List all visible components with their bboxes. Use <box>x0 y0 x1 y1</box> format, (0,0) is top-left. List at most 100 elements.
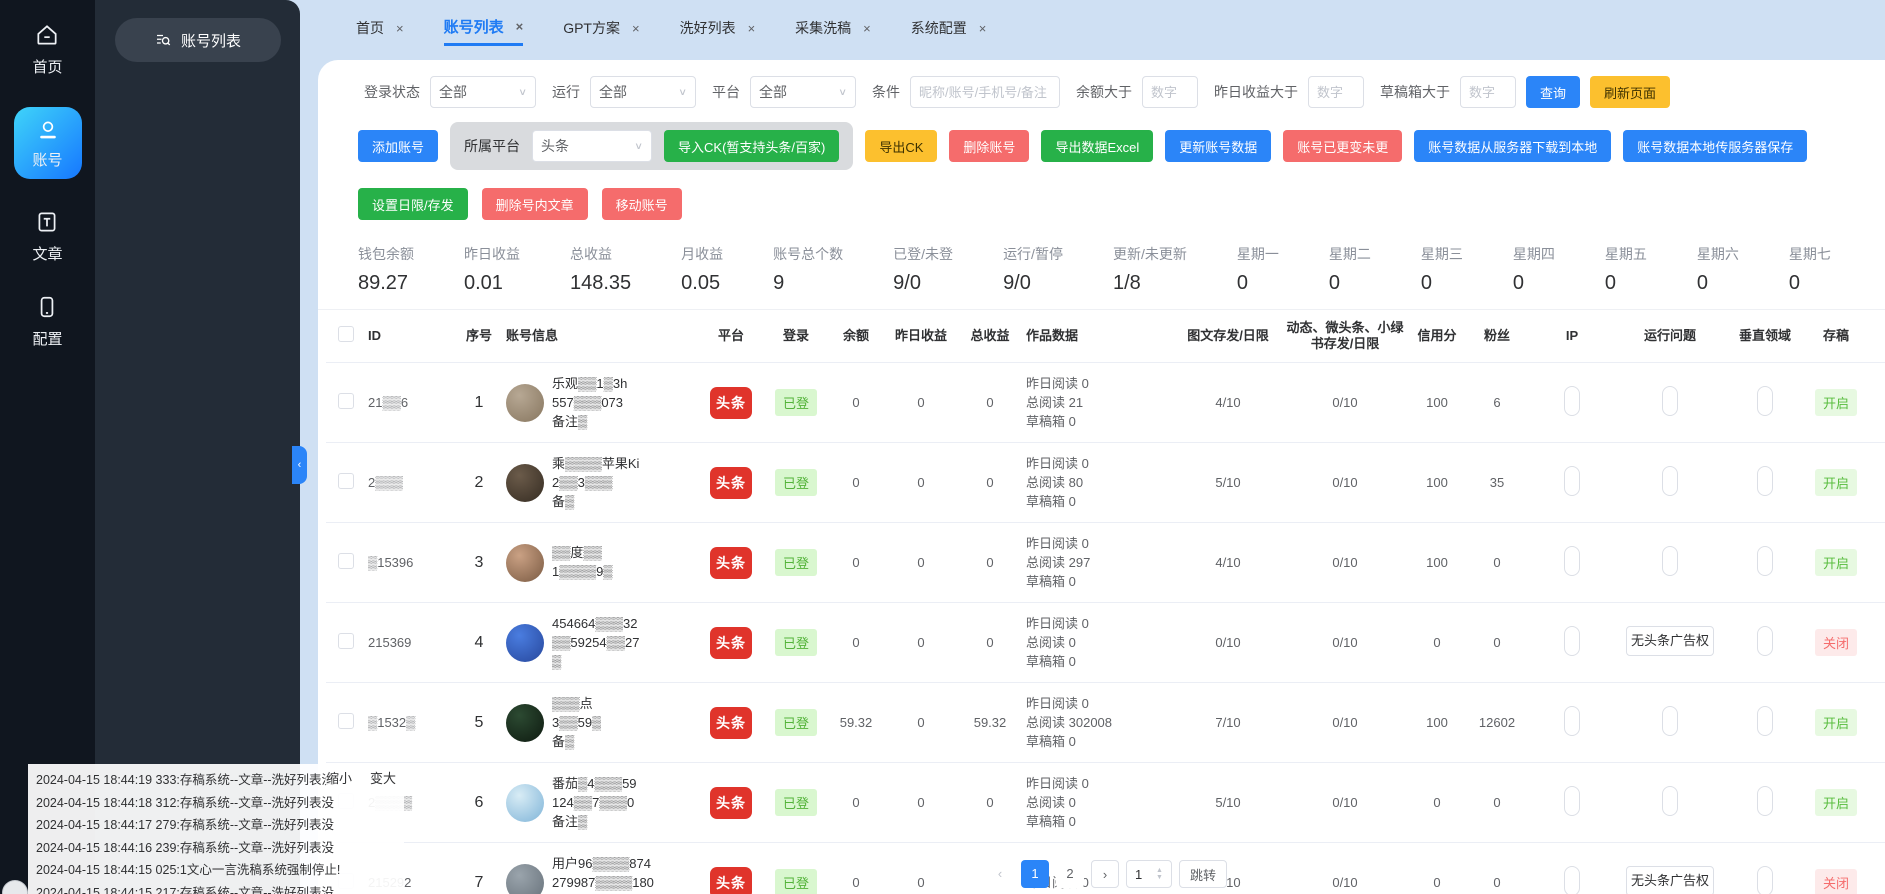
step-up-icon[interactable]: ▲ <box>1156 867 1163 874</box>
domain-box[interactable] <box>1757 386 1773 416</box>
stat-item: 昨日收益 0.01 <box>464 244 520 295</box>
sidebar-item-article[interactable]: 文章 <box>32 209 62 264</box>
refresh-page-button[interactable]: 刷新页面 <box>1590 76 1670 108</box>
row-checkbox[interactable] <box>338 633 354 649</box>
jump-page-input[interactable] <box>1127 867 1155 882</box>
run-issue-box[interactable] <box>1662 706 1678 736</box>
export-excel-button[interactable]: 导出数据Excel <box>1041 130 1153 162</box>
credit-cell: 0 <box>1406 763 1468 843</box>
tab[interactable]: 洗好列表 × <box>680 12 756 44</box>
jump-button[interactable]: 跳转 <box>1179 860 1227 888</box>
login-status-select[interactable]: 全部 ∨ <box>430 76 536 108</box>
ip-box[interactable] <box>1564 546 1580 576</box>
download-to-local-button[interactable]: 账号数据从服务器下载到本地 <box>1414 130 1611 162</box>
log-zoom-out-button[interactable]: 缩小 <box>326 768 352 791</box>
works-line1-value: 0 <box>1082 696 1089 711</box>
page-button-2[interactable]: 2 <box>1056 860 1084 888</box>
tab-close-icon[interactable]: × <box>979 21 987 36</box>
ip-box[interactable] <box>1564 466 1580 496</box>
header-platform: 平台 <box>696 310 766 363</box>
add-account-button[interactable]: 添加账号 <box>358 130 438 162</box>
sidebar-item-config[interactable]: 配置 <box>32 294 62 349</box>
account-nickname: 乘▒▒▒▒苹果Ki <box>552 455 639 472</box>
sidebar-collapse-handle[interactable]: ‹ <box>292 446 307 484</box>
select-all-checkbox[interactable] <box>338 326 354 342</box>
platform-group-select[interactable]: 头条 ∨ <box>532 130 652 162</box>
row-checkbox[interactable] <box>338 713 354 729</box>
tab[interactable]: 采集洗稿 × <box>795 12 871 44</box>
delete-account-button[interactable]: 删除账号 <box>949 130 1029 162</box>
avatar <box>506 704 544 742</box>
ip-box[interactable] <box>1564 706 1580 736</box>
run-issue-box[interactable] <box>1662 786 1678 816</box>
stat-label: 总收益 <box>570 244 631 264</box>
tab-close-icon[interactable]: × <box>748 21 756 36</box>
stepper-arrows[interactable]: ▲▼ <box>1156 867 1163 881</box>
row-checkbox[interactable] <box>338 393 354 409</box>
domain-box[interactable] <box>1757 866 1773 894</box>
platform-select[interactable]: 全部 ∨ <box>750 76 856 108</box>
works-line1-label: 昨日阅读 <box>1026 776 1078 791</box>
tab[interactable]: 首页 × <box>356 12 404 44</box>
domain-box[interactable] <box>1757 786 1773 816</box>
account-nickname: 乐观▒▒1▒3h <box>552 375 627 392</box>
yesterday-gt-input[interactable] <box>1308 76 1364 108</box>
sidebar-item-home[interactable]: 首页 <box>32 22 62 77</box>
run-issue-box[interactable] <box>1662 546 1678 576</box>
sidebar-item-account[interactable]: 账号 <box>14 107 82 179</box>
tab-close-icon[interactable]: × <box>863 21 871 36</box>
update-account-data-button[interactable]: 更新账号数据 <box>1165 130 1271 162</box>
move-account-button[interactable]: 移动账号 <box>602 188 682 220</box>
action-row-2: 设置日限/存发 删除号内文章 移动账号 <box>318 170 1885 220</box>
upload-to-server-button[interactable]: 账号数据本地传服务器保存 <box>1623 130 1807 162</box>
works-data-cell: 昨日阅读 0 总阅读 302008 草稿箱 0 <box>1024 683 1172 763</box>
balance-gt-input[interactable] <box>1142 76 1198 108</box>
stats-row: 钱包余额 89.27 昨日收益 0.01 总收益 148.35 月收益 0.05 <box>318 220 1885 310</box>
tab-close-icon[interactable]: × <box>632 21 640 36</box>
tab[interactable]: GPT方案 × <box>563 12 639 44</box>
tab[interactable]: 系统配置 × <box>911 12 987 44</box>
changed-not-updated-button[interactable]: 账号已更变未更 <box>1283 130 1402 162</box>
next-page-button[interactable]: › <box>1091 860 1119 888</box>
run-issue-box[interactable]: 无头条广告权 <box>1626 626 1714 656</box>
domain-box[interactable] <box>1757 466 1773 496</box>
tab[interactable]: 账号列表 × <box>444 10 524 46</box>
ip-box[interactable] <box>1564 866 1580 894</box>
domain-box[interactable] <box>1757 626 1773 656</box>
run-select[interactable]: 全部 ∨ <box>590 76 696 108</box>
row-checkbox[interactable] <box>338 553 354 569</box>
log-zoom-in-button[interactable]: 变大 <box>370 768 396 791</box>
stat-value: 89.27 <box>358 272 414 295</box>
domain-box[interactable] <box>1757 706 1773 736</box>
domain-box[interactable] <box>1757 546 1773 576</box>
credit-cell: 100 <box>1406 683 1468 763</box>
delete-articles-button[interactable]: 删除号内文章 <box>482 188 588 220</box>
page-button-1[interactable]: 1 <box>1021 860 1049 888</box>
run-issue-box[interactable]: 无头条广告权 <box>1626 866 1714 894</box>
account-remark: 备注▒ <box>552 813 637 830</box>
tab-close-icon[interactable]: × <box>396 21 404 36</box>
prev-page-button[interactable]: ‹ <box>986 860 1014 888</box>
login-status-badge: 已登 <box>775 789 817 816</box>
row-seq: 5 <box>475 714 484 731</box>
run-issue-box[interactable] <box>1662 466 1678 496</box>
export-ck-button[interactable]: 导出CK <box>865 130 937 162</box>
row-seq: 4 <box>475 634 484 651</box>
run-issue-box[interactable] <box>1662 386 1678 416</box>
ip-box[interactable] <box>1564 626 1580 656</box>
row-checkbox[interactable] <box>338 473 354 489</box>
set-limit-button[interactable]: 设置日限/存发 <box>358 188 468 220</box>
panel-search[interactable]: 账号列表 <box>115 18 281 62</box>
header-info: 账号信息 <box>504 310 696 363</box>
avatar <box>506 624 544 662</box>
header-ip: IP <box>1526 310 1618 363</box>
tab-close-icon[interactable]: × <box>516 19 524 34</box>
platform-group-label: 所属平台 <box>464 136 520 156</box>
ip-box[interactable] <box>1564 786 1580 816</box>
import-ck-button[interactable]: 导入CK(暂支持头条/百家) <box>664 130 839 162</box>
condition-input[interactable] <box>910 76 1060 108</box>
step-down-icon[interactable]: ▼ <box>1156 874 1163 881</box>
draft-gt-input[interactable] <box>1460 76 1516 108</box>
ip-box[interactable] <box>1564 386 1580 416</box>
query-button[interactable]: 查询 <box>1526 76 1580 108</box>
